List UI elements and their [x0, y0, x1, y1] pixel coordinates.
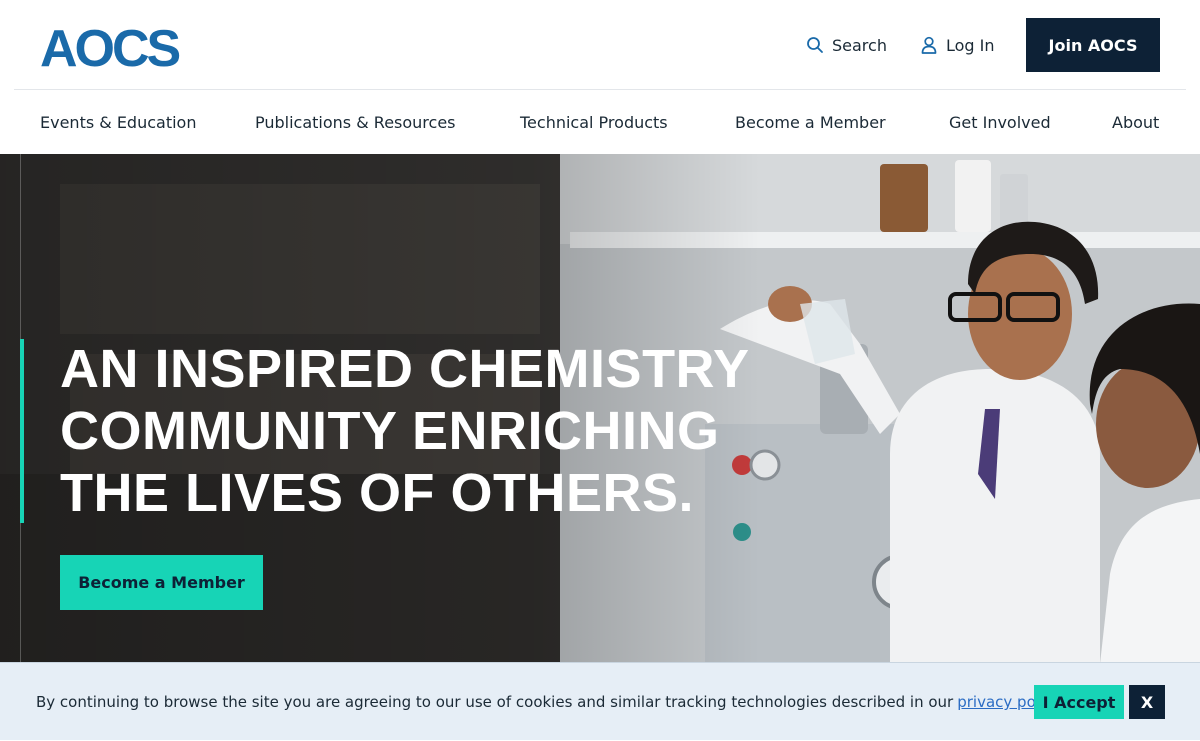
search-link-wrap: Search — [806, 0, 887, 90]
login-link[interactable]: Log In — [920, 36, 995, 55]
svg-text:AOCS: AOCS — [40, 22, 180, 68]
hero-headline-line-1: AN INSPIRED CHEMISTRY — [60, 339, 750, 399]
hero-accent-bar — [20, 339, 24, 523]
nav-item-about[interactable]: About — [1112, 90, 1159, 154]
accept-cookies-button[interactable]: I Accept — [1034, 685, 1124, 719]
cookie-text: By continuing to browse the site you are… — [36, 693, 954, 711]
cookie-message: By continuing to browse the site you are… — [36, 663, 1066, 741]
nav-item-publications-resources[interactable]: Publications & Resources — [255, 90, 456, 154]
search-link[interactable]: Search — [806, 36, 887, 55]
hero-headline-line-2: COMMUNITY ENRICHING — [60, 401, 720, 461]
search-label: Search — [832, 35, 887, 55]
hero-headline: AN INSPIRED CHEMISTRY COMMUNITY ENRICHIN… — [60, 338, 780, 524]
aocs-logo[interactable]: AOCS — [40, 22, 186, 68]
cookie-banner: By continuing to browse the site you are… — [0, 662, 1200, 740]
search-icon — [807, 37, 823, 53]
hero-headline-line-3: THE LIVES OF OTHERS. — [60, 463, 695, 523]
nav-item-become-member[interactable]: Become a Member — [735, 90, 886, 154]
nav-item-technical-products[interactable]: Technical Products — [520, 90, 668, 154]
join-button[interactable]: Join AOCS — [1026, 18, 1160, 72]
nav-item-events-education[interactable]: Events & Education — [40, 90, 196, 154]
user-icon — [921, 36, 937, 54]
hero-banner: AN INSPIRED CHEMISTRY COMMUNITY ENRICHIN… — [0, 154, 1200, 664]
main-nav: Events & Education Publications & Resour… — [0, 90, 1200, 154]
close-cookie-button[interactable]: X — [1129, 685, 1165, 719]
become-member-button[interactable]: Become a Member — [60, 555, 263, 610]
login-label: Log In — [946, 35, 995, 55]
login-link-wrap: Log In — [920, 0, 995, 90]
site-header: AOCS Search Log In Join AOCS — [0, 0, 1200, 90]
nav-item-get-involved[interactable]: Get Involved — [949, 90, 1051, 154]
